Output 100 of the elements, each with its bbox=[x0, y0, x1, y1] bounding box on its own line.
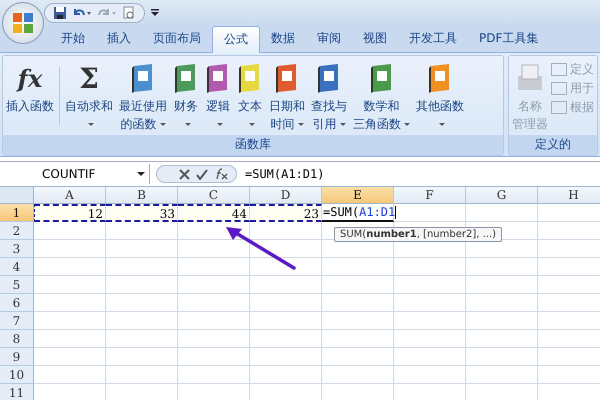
ribbon-button[interactable]: Σ 自动求和 bbox=[62, 59, 116, 133]
grid-cell bbox=[106, 222, 178, 240]
table-cell: 44 bbox=[178, 204, 250, 222]
ribbon-tab[interactable]: 公式 bbox=[212, 26, 260, 53]
grid-cell bbox=[178, 330, 250, 348]
ribbon-tab[interactable]: 数据 bbox=[260, 26, 306, 52]
ribbon-tab[interactable]: PDF工具集 bbox=[468, 26, 550, 52]
table-cell: 33 bbox=[106, 204, 178, 222]
grid-cell bbox=[34, 330, 106, 348]
grid-cell bbox=[466, 204, 538, 222]
ribbon-button[interactable]: 文本 bbox=[234, 59, 266, 133]
ribbon-tab[interactable]: 插入 bbox=[96, 26, 142, 52]
column-header[interactable]: A bbox=[34, 187, 106, 204]
row-header[interactable]: 10 bbox=[0, 366, 34, 384]
row-header[interactable]: 5 bbox=[0, 276, 34, 294]
column-header[interactable]: D bbox=[250, 187, 322, 204]
small-command-icon bbox=[551, 82, 567, 95]
ribbon-button[interactable]: 财务 bbox=[170, 59, 202, 133]
grid-cell bbox=[466, 330, 538, 348]
column-header[interactable]: H bbox=[538, 187, 600, 204]
command-label: 根据 bbox=[570, 99, 594, 116]
grid-cell bbox=[322, 276, 394, 294]
row-header[interactable]: 4 bbox=[0, 258, 34, 276]
grid-cell bbox=[250, 348, 322, 366]
ribbon-button[interactable]: 查找与 引用 bbox=[308, 59, 350, 133]
ribbon-tab[interactable]: 开始 bbox=[50, 26, 96, 52]
grid-cell bbox=[250, 258, 322, 276]
row-header[interactable]: 3 bbox=[0, 240, 34, 258]
row-header[interactable]: 9 bbox=[0, 348, 34, 366]
grid-cell bbox=[106, 330, 178, 348]
grid-cell bbox=[322, 366, 394, 384]
grid-cell bbox=[466, 312, 538, 330]
column-header[interactable]: C bbox=[178, 187, 250, 204]
column-header[interactable]: G bbox=[466, 187, 538, 204]
grid-cell bbox=[466, 276, 538, 294]
grid-cell bbox=[106, 294, 178, 312]
name-box[interactable]: COUNTIF bbox=[0, 164, 150, 184]
ribbon-button[interactable]: 逻辑 bbox=[202, 59, 234, 133]
grid-cell bbox=[250, 366, 322, 384]
grid-cell bbox=[34, 294, 106, 312]
ribbon-button[interactable]: 其他函数 bbox=[413, 59, 467, 133]
ribbon-button[interactable]: 日期和 时间 bbox=[266, 59, 308, 133]
editing-cell[interactable]: =SUM(A1:D1 bbox=[322, 204, 394, 222]
grid-cell bbox=[322, 294, 394, 312]
print-preview-icon[interactable] bbox=[122, 6, 136, 20]
ribbon-button[interactable]: 最近使用 的函数 bbox=[116, 59, 170, 133]
row-header[interactable]: 8 bbox=[0, 330, 34, 348]
grid-cell bbox=[250, 240, 322, 258]
row-header[interactable]: 1 bbox=[0, 204, 34, 222]
ribbon-tab[interactable]: 页面布局 bbox=[142, 26, 212, 52]
grid-cell bbox=[178, 348, 250, 366]
grid-cell bbox=[466, 348, 538, 366]
grid-cell bbox=[34, 348, 106, 366]
grid-cell bbox=[106, 240, 178, 258]
row-header[interactable]: 11 bbox=[0, 384, 34, 400]
grid-cell bbox=[178, 258, 250, 276]
grid-cell bbox=[34, 312, 106, 330]
ribbon-tab[interactable]: 视图 bbox=[352, 26, 398, 52]
formula-field[interactable]: =SUM(A1:D1) bbox=[237, 164, 600, 184]
grid-cell bbox=[322, 330, 394, 348]
grid-cell bbox=[394, 258, 466, 276]
table-cell: 23 bbox=[250, 204, 322, 222]
cancel-icon[interactable] bbox=[179, 168, 190, 180]
grid-cell bbox=[34, 222, 106, 240]
grid-cell bbox=[178, 312, 250, 330]
command-label: 定义 bbox=[570, 61, 594, 78]
ribbon-tab[interactable]: 开发工具 bbox=[398, 26, 468, 52]
ribbon-button[interactable]: 数学和 三角函数 bbox=[350, 59, 413, 133]
grid-cell bbox=[322, 258, 394, 276]
function-tooltip: SUM(number1, [number2], ...) bbox=[334, 227, 502, 242]
insert-function-icon[interactable] bbox=[214, 168, 228, 180]
customize-caret-icon[interactable] bbox=[151, 9, 159, 17]
column-header[interactable]: F bbox=[394, 187, 466, 204]
column-header[interactable]: B bbox=[106, 187, 178, 204]
grid-cell bbox=[394, 294, 466, 312]
ribbon-tab[interactable]: 审阅 bbox=[306, 26, 352, 52]
small-command-icon bbox=[551, 63, 567, 76]
ribbon-button[interactable]: fx 插入函数 bbox=[3, 59, 57, 115]
grid-cell bbox=[466, 366, 538, 384]
grid-cell bbox=[178, 240, 250, 258]
save-icon[interactable] bbox=[53, 6, 67, 20]
grid-cell bbox=[106, 258, 178, 276]
row-header[interactable]: 2 bbox=[0, 222, 34, 240]
row-header[interactable]: 6 bbox=[0, 294, 34, 312]
group-label: 定义的 bbox=[509, 135, 597, 155]
small-command-icon bbox=[551, 101, 567, 114]
grid-cell bbox=[466, 294, 538, 312]
table-cell: 12 bbox=[34, 204, 106, 222]
grid-cell bbox=[322, 348, 394, 366]
check-icon[interactable] bbox=[196, 168, 208, 180]
row-header[interactable]: 7 bbox=[0, 312, 34, 330]
office-button[interactable] bbox=[2, 2, 44, 44]
grid-cell bbox=[34, 276, 106, 294]
grid-cell bbox=[106, 312, 178, 330]
grid-cell bbox=[466, 258, 538, 276]
grid-cell bbox=[250, 276, 322, 294]
grid-cell bbox=[394, 312, 466, 330]
grid-cell bbox=[178, 294, 250, 312]
column-header[interactable]: E bbox=[322, 187, 394, 204]
grid-cell bbox=[250, 294, 322, 312]
